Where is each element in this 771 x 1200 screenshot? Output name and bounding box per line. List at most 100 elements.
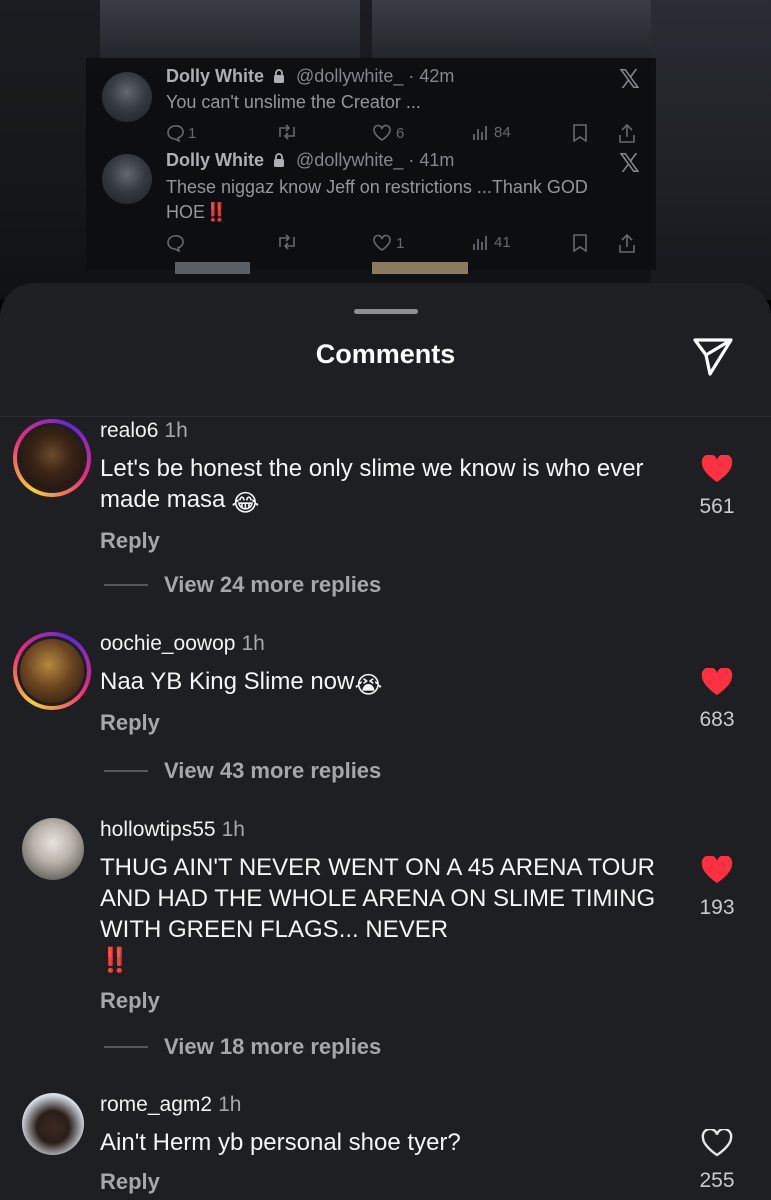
comment-username-line: rome_agm2 1h [100,1093,241,1117]
like-count: 561 [699,495,735,518]
tweet-share-action [618,124,636,144]
tweet-views-action: 84 [472,124,511,141]
views-bars-icon [473,125,487,140]
tweet-like-count: 6 [396,124,405,142]
comment-username[interactable]: realo6 [100,419,158,442]
comment-time: 1h [221,818,245,841]
avatar[interactable] [13,632,91,710]
sheet-title: Comments [315,339,456,369]
lock-icon [274,153,285,167]
heart-outline-icon [373,234,391,251]
tweet-share-action [618,234,636,254]
like-button[interactable]: 255 [694,1129,740,1193]
replies-divider-line [104,1046,148,1048]
view-replies-label: View 18 more replies [164,1034,382,1059]
tweet-thread-card: Dolly White @dollywhite_ · 42m 𝕏 You can… [86,58,656,270]
retweet-icon [279,124,295,140]
avatar[interactable] [22,818,84,880]
comment-time: 1h [218,1093,242,1116]
send-icon [693,338,733,376]
reply-button[interactable]: Reply [100,710,160,736]
reply-button[interactable]: Reply [100,988,160,1014]
like-button[interactable]: 683 [694,668,740,732]
comment-text-body: THUG AIN'T NEVER WENT ON A 45 ARENA TOUR… [100,854,656,943]
tweet-reply-count: 1 [188,124,197,142]
laughing-tears-emoji: 😂 [231,490,260,517]
avatar[interactable] [13,419,91,497]
reply-button[interactable]: Reply [100,1169,160,1195]
comment-username[interactable]: rome_agm2 [100,1093,212,1116]
tweet-bookmark-action [572,124,588,142]
heart-filled-icon [701,668,733,695]
tweet-view-count: 84 [494,124,511,141]
tweet-like-count: 1 [396,234,405,252]
view-replies-button[interactable]: View 18 more replies [104,1032,381,1062]
comment-username-line: hollowtips55 1h [100,818,245,842]
send-button[interactable] [690,333,736,379]
lock-icon [274,69,285,83]
view-replies-button[interactable]: View 43 more replies [104,756,381,786]
tweet-view-count: 41 [494,234,511,251]
view-replies-button[interactable]: View 24 more replies [104,570,381,600]
background-photo-bottom [175,262,250,274]
bookmark-icon [573,234,587,252]
sheet-drag-handle[interactable] [354,309,418,314]
comment-username[interactable]: hollowtips55 [100,818,216,841]
replies-divider-line [104,770,148,772]
view-replies-label: View 43 more replies [164,758,382,783]
tweet-text: You can't unslime the Creator ... [166,92,421,112]
tweet-author-name: Dolly White [166,150,264,170]
reply-bubble-icon [167,125,184,142]
comment-time: 1h [164,419,188,442]
like-button[interactable]: 193 [694,856,740,920]
reply-button[interactable]: Reply [100,528,160,554]
comment-text-body: Naa YB King Slime now [100,668,355,695]
tweet-like-action: 6 [372,124,404,142]
comment-username[interactable]: oochie_oowop [100,632,235,655]
crying-face-emoji: 😭 [354,672,383,699]
double-exclamation-emoji: ‼️ [205,202,227,222]
views-bars-icon [473,235,487,250]
retweet-icon [279,234,295,250]
tweet-actions: 1 41 [166,234,646,260]
comment-text: THUG AIN'T NEVER WENT ON A 45 ARENA TOUR… [100,852,680,976]
avatar-image [20,639,84,703]
tweet-like-action: 1 [372,234,404,252]
share-icon [619,234,635,253]
comment-username-line: oochie_oowop 1h [100,632,265,656]
tweet-handle: @dollywhite_ · 41m [296,150,455,170]
background-photo-left [100,0,360,60]
tweet-author-name: Dolly White [166,66,264,86]
background-photo-bottom [372,262,468,274]
like-count: 683 [699,708,735,731]
comment-time: 1h [241,632,265,655]
tweet-bookmark-action [572,234,588,252]
comments-sheet: Comments realo6 1h Let's be honest the on… [0,283,771,1200]
share-icon [619,124,635,143]
view-replies-label: View 24 more replies [164,572,382,597]
double-exclamation-emoji: ‼️ [100,947,130,974]
tweet-retweet-action [276,234,298,250]
tweet-avatar [102,72,152,122]
background-photo-side [651,0,771,300]
comment-text-body: Let's be honest the only slime we know i… [100,455,644,513]
tweet-retweet-action [276,124,298,140]
like-count: 255 [699,1169,735,1192]
avatar[interactable] [22,1093,84,1155]
reply-bubble-icon [167,235,184,252]
replies-divider-line [104,584,148,586]
tweet-actions: 1 6 84 [166,124,646,150]
tweet-reply-action [166,234,188,252]
tweet-views-action: 41 [472,234,511,251]
comment-text: Let's be honest the only slime we know i… [100,453,680,519]
tweet-header: Dolly White @dollywhite_ · 41m [166,150,454,171]
like-count: 193 [699,896,735,919]
avatar-image [20,426,84,490]
comment-text: Naa YB King Slime now😭 [100,666,680,701]
like-button[interactable]: 561 [694,455,740,519]
heart-filled-icon [701,455,733,482]
background-post-image: Dolly White @dollywhite_ · 42m 𝕏 You can… [0,0,771,300]
background-photo-right [372,0,662,60]
sheet-divider [0,416,771,417]
heart-filled-icon [701,856,733,883]
